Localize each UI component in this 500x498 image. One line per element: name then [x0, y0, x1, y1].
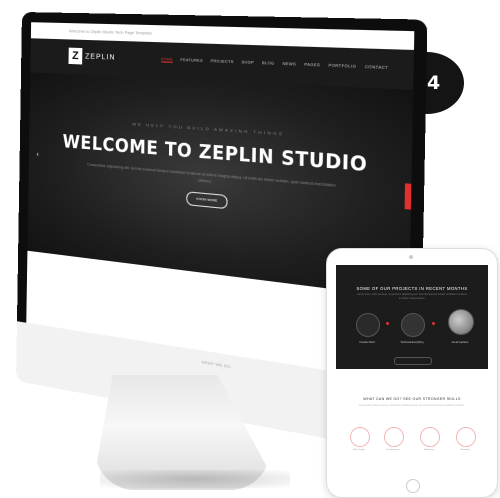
topbar-text: Welcome to Zeplin Studio Tech Page Templ… — [68, 28, 152, 36]
carousel-dot — [386, 322, 389, 325]
skill-label-2: Development — [386, 449, 400, 451]
projects-heading: SOME OF OUR PROJECTS IN RECENT MONTHS — [356, 286, 468, 291]
site-logo[interactable]: Z ZEPLIN — [68, 47, 116, 66]
carousel-dot — [432, 322, 435, 325]
nav-item-blog[interactable]: BLOG — [262, 61, 275, 67]
skill-label-3: Marketing — [424, 449, 434, 451]
slider-prev-icon[interactable]: ‹ — [36, 151, 38, 158]
stand-shadow — [100, 470, 290, 488]
projects-subtext: Lorem ipsum dolor sit amet, consectetur … — [356, 293, 468, 300]
skill-ring-1 — [350, 427, 370, 447]
nav-item-portfolio[interactable]: PORTFOLIO — [328, 63, 356, 70]
nav-item-home[interactable]: HOME — [160, 57, 174, 63]
project-caption-1: Creative Mind — [359, 341, 375, 344]
mockup-stage: 04 Welcome to Zeplin Studio Tech Page Te… — [0, 0, 500, 498]
view-projects-button[interactable] — [394, 357, 432, 365]
ipad-mockup: SOME OF OUR PROJECTS IN RECENT MONTHS Lo… — [326, 248, 498, 498]
skill-label-1: Web Design — [353, 449, 365, 451]
project-thumb-1[interactable] — [356, 313, 380, 337]
project-thumb-3[interactable] — [448, 309, 474, 335]
skill-ring-3 — [420, 427, 440, 447]
nav-item-contact[interactable]: CONTACT — [365, 65, 388, 72]
skill-label-4: Branding — [460, 449, 470, 451]
ipad-camera — [409, 255, 413, 259]
skills-section: WHAT CAN WE DO? SEE OUR STRONGER SKILLS … — [336, 369, 488, 471]
nav-item-news[interactable]: NEWS — [282, 62, 296, 68]
skill-ring-2 — [384, 427, 404, 447]
hero-cta-button[interactable]: KNOW MORE — [186, 191, 228, 210]
ipad-home-button — [406, 479, 420, 493]
project-caption-2: Technical Everything — [400, 341, 424, 344]
nav-item-shop[interactable]: SHOP — [241, 60, 254, 66]
logo-mark: Z — [68, 47, 83, 65]
projects-section: SOME OF OUR PROJECTS IN RECENT MONTHS Lo… — [336, 265, 488, 369]
project-thumb-2[interactable] — [401, 313, 425, 337]
tablet-website-screen: SOME OF OUR PROJECTS IN RECENT MONTHS Lo… — [336, 265, 488, 471]
skill-ring-4 — [456, 427, 476, 447]
side-settings-tab[interactable] — [404, 183, 412, 210]
skills-subtext: Lorem ipsum dolor sit amet, consectetur … — [359, 404, 465, 407]
nav-menu: HOME FEATURES PROJECTS SHOP BLOG NEWS PA… — [160, 57, 388, 72]
nav-item-features[interactable]: FEATURES — [180, 58, 203, 64]
project-caption-3: Great Interface — [451, 341, 469, 344]
nav-item-projects[interactable]: PROJECTS — [210, 59, 233, 65]
skills-heading: WHAT CAN WE DO? SEE OUR STRONGER SKILLS — [363, 397, 461, 401]
logo-text: ZEPLIN — [85, 52, 116, 62]
nav-item-pages[interactable]: PAGES — [304, 62, 320, 68]
section-label: WHAT WE DO — [201, 359, 231, 370]
